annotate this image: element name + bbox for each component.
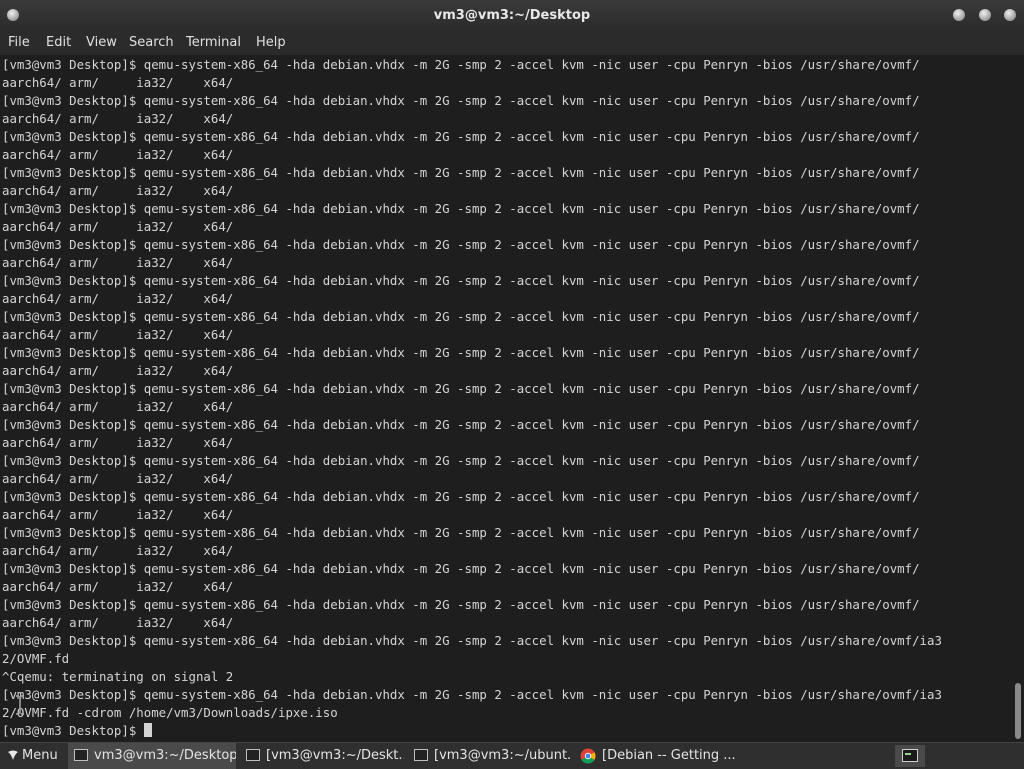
terminal-scrollbar[interactable] [1012,55,1024,742]
terminal-line: [vm3@vm3 Desktop]$ qemu-system-x86_64 -h… [2,129,920,144]
terminal-line: aarch64/ arm/ ia32/ x64/ [2,183,234,198]
terminal-line: aarch64/ arm/ ia32/ x64/ [2,327,234,342]
terminal-line: aarch64/ arm/ ia32/ x64/ [2,543,234,558]
terminal-line: [vm3@vm3 Desktop]$ qemu-system-x86_64 -h… [2,597,920,612]
tray-terminal-launcher[interactable] [895,745,925,767]
terminal-line: aarch64/ arm/ ia32/ x64/ [2,399,234,414]
menu-logo-icon [8,750,18,760]
window-title: vm3@vm3:~/Desktop [433,8,591,23]
title-bar[interactable]: vm3@vm3:~/Desktop [0,0,1024,31]
terminal-line: aarch64/ arm/ ia32/ x64/ [2,291,234,306]
start-menu-label: Menu [22,748,58,763]
terminal-line: 2/OVMF.fd [2,651,70,666]
maximize-button[interactable] [979,9,991,21]
task-label: [vm3@vm3:~/Deskt... [266,748,404,763]
terminal-line: aarch64/ arm/ ia32/ x64/ [2,579,234,594]
minimize-button[interactable] [953,9,965,21]
close-button[interactable] [1004,9,1016,21]
terminal-line: [vm3@vm3 Desktop]$ qemu-system-x86_64 -h… [2,201,920,216]
terminal-line: [vm3@vm3 Desktop]$ qemu-system-x86_64 -h… [2,93,920,108]
terminal-line: [vm3@vm3 Desktop]$ qemu-system-x86_64 -h… [2,165,920,180]
taskbar-task-desktop-terminal-2[interactable]: [vm3@vm3:~/Deskt... [240,743,404,769]
terminal-line: [vm3@vm3 Desktop]$ [2,722,942,740]
terminal-line: [vm3@vm3 Desktop]$ qemu-system-x86_64 -h… [2,237,920,252]
terminal-line: aarch64/ arm/ ia32/ x64/ [2,363,234,378]
taskbar-task-debian-browser[interactable]: [Debian -- Getting ... [576,743,744,769]
terminal-line: [vm3@vm3 Desktop]$ qemu-system-x86_64 -h… [2,273,920,288]
terminal-line: [vm3@vm3 Desktop]$ qemu-system-x86_64 -h… [2,489,920,504]
terminal-line: aarch64/ arm/ ia32/ x64/ [2,507,234,522]
terminal-line: aarch64/ arm/ ia32/ x64/ [2,615,234,630]
chrome-icon [580,748,596,764]
terminal-line: 2/OVMF.fd -cdrom /home/vm3/Downloads/ipx… [2,705,338,720]
terminal-icon [902,749,918,762]
task-label: [vm3@vm3:~/ubunt... [434,748,572,763]
task-label: vm3@vm3:~/Desktop [94,748,236,763]
taskbar-task-ubuntu-terminal[interactable]: [vm3@vm3:~/ubunt... [408,743,572,769]
terminal-line: aarch64/ arm/ ia32/ x64/ [2,471,234,486]
terminal-line: aarch64/ arm/ ia32/ x64/ [2,255,234,270]
terminal-icon [74,749,88,761]
terminal-icon [414,749,428,761]
terminal-line: [vm3@vm3 Desktop]$ qemu-system-x86_64 -h… [2,561,920,576]
terminal-line: [vm3@vm3 Desktop]$ qemu-system-x86_64 -h… [2,633,942,648]
terminal-line: [vm3@vm3 Desktop]$ qemu-system-x86_64 -h… [2,345,920,360]
menu-file[interactable]: File [8,35,30,50]
menu-search[interactable]: Search [129,35,174,50]
terminal-output[interactable]: [vm3@vm3 Desktop]$ qemu-system-x86_64 -h… [0,55,1012,742]
menu-help[interactable]: Help [256,35,286,50]
taskbar-task-desktop-terminal[interactable]: vm3@vm3:~/Desktop [68,743,236,769]
menu-bar: File Edit View Search Terminal Help [0,31,1024,55]
terminal-line: [vm3@vm3 Desktop]$ qemu-system-x86_64 -h… [2,381,920,396]
start-menu-button[interactable]: Menu [0,743,64,769]
terminal-window: vm3@vm3:~/Desktop File Edit View Search … [0,0,1024,742]
terminal-lines: [vm3@vm3 Desktop]$ qemu-system-x86_64 -h… [2,56,942,740]
terminal-line: [vm3@vm3 Desktop]$ qemu-system-x86_64 -h… [2,525,920,540]
scrollbar-thumb[interactable] [1015,683,1021,739]
terminal-icon [246,749,260,761]
terminal-cursor [143,723,152,737]
terminal-line: ^Cqemu: terminating on signal 2 [2,669,234,684]
terminal-line: [vm3@vm3 Desktop]$ qemu-system-x86_64 -h… [2,417,920,432]
terminal-line: [vm3@vm3 Desktop]$ qemu-system-x86_64 -h… [2,309,920,324]
terminal-line: [vm3@vm3 Desktop]$ qemu-system-x86_64 -h… [2,57,920,72]
menu-edit[interactable]: Edit [46,35,71,50]
terminal-line: aarch64/ arm/ ia32/ x64/ [2,111,234,126]
task-label: [Debian -- Getting ... [602,748,736,763]
terminal-line: aarch64/ arm/ ia32/ x64/ [2,219,234,234]
terminal-line: [vm3@vm3 Desktop]$ qemu-system-x86_64 -h… [2,453,920,468]
terminal-line: aarch64/ arm/ ia32/ x64/ [2,147,234,162]
menu-view[interactable]: View [86,35,117,50]
menu-terminal[interactable]: Terminal [186,35,241,50]
text-cursor-icon [16,695,24,715]
terminal-line: aarch64/ arm/ ia32/ x64/ [2,435,234,450]
terminal-line: aarch64/ arm/ ia32/ x64/ [2,75,234,90]
taskbar: Menu vm3@vm3:~/Desktop [vm3@vm3:~/Deskt.… [0,742,1024,769]
terminal-line: [vm3@vm3 Desktop]$ qemu-system-x86_64 -h… [2,687,942,702]
